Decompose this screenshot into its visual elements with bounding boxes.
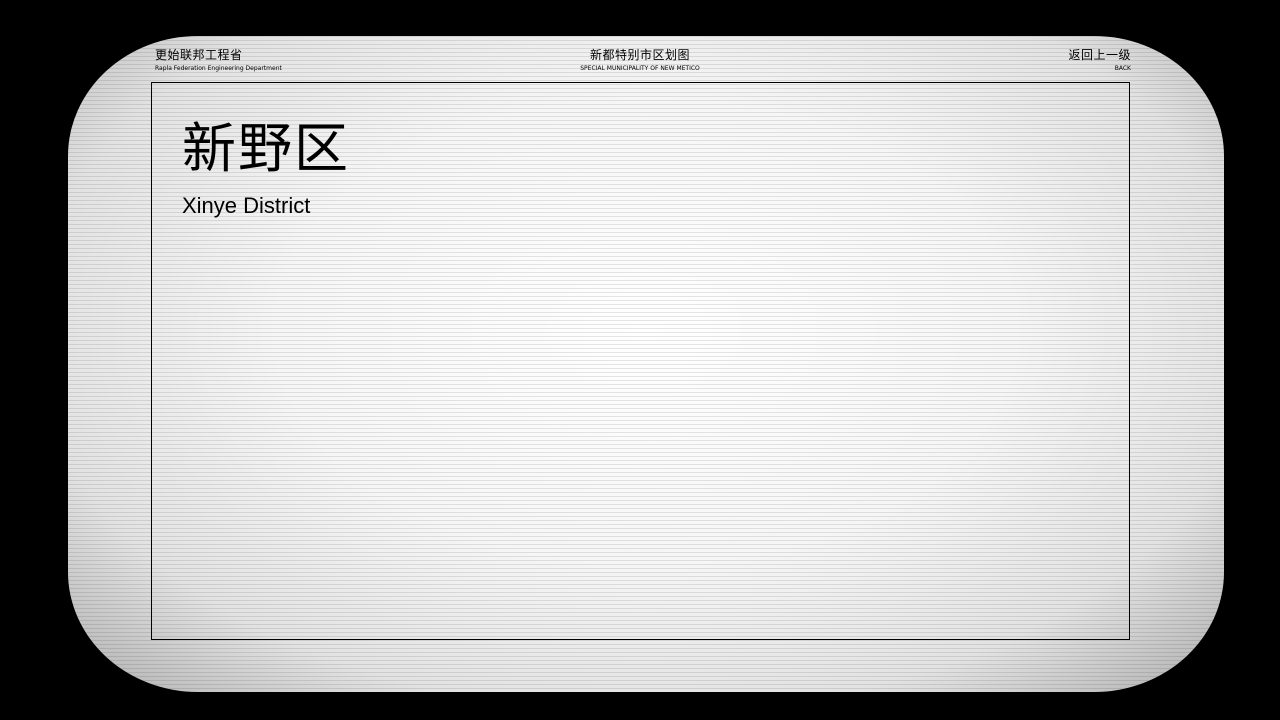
- map-title-en: SPECIAL MUNICIPALITY OF NEW METICO: [580, 65, 700, 72]
- crt-screen: 更始联邦工程省 Rapla Federation Engineering Dep…: [68, 36, 1224, 692]
- district-name-en: Xinye District: [182, 193, 311, 218]
- back-label-cn: 返回上一级: [1068, 48, 1131, 62]
- district-panel: 新野区 Xinye District: [151, 82, 1130, 640]
- district-name-cn: 新野区: [182, 117, 350, 180]
- map-title-cn: 新都特别市区划图: [589, 48, 690, 62]
- back-label-en: BACK: [1114, 65, 1131, 72]
- back-button[interactable]: 返回上一级 BACK: [1068, 48, 1131, 73]
- map-header: 新都特别市区划图 SPECIAL MUNICIPALITY OF NEW MET…: [68, 48, 1212, 73]
